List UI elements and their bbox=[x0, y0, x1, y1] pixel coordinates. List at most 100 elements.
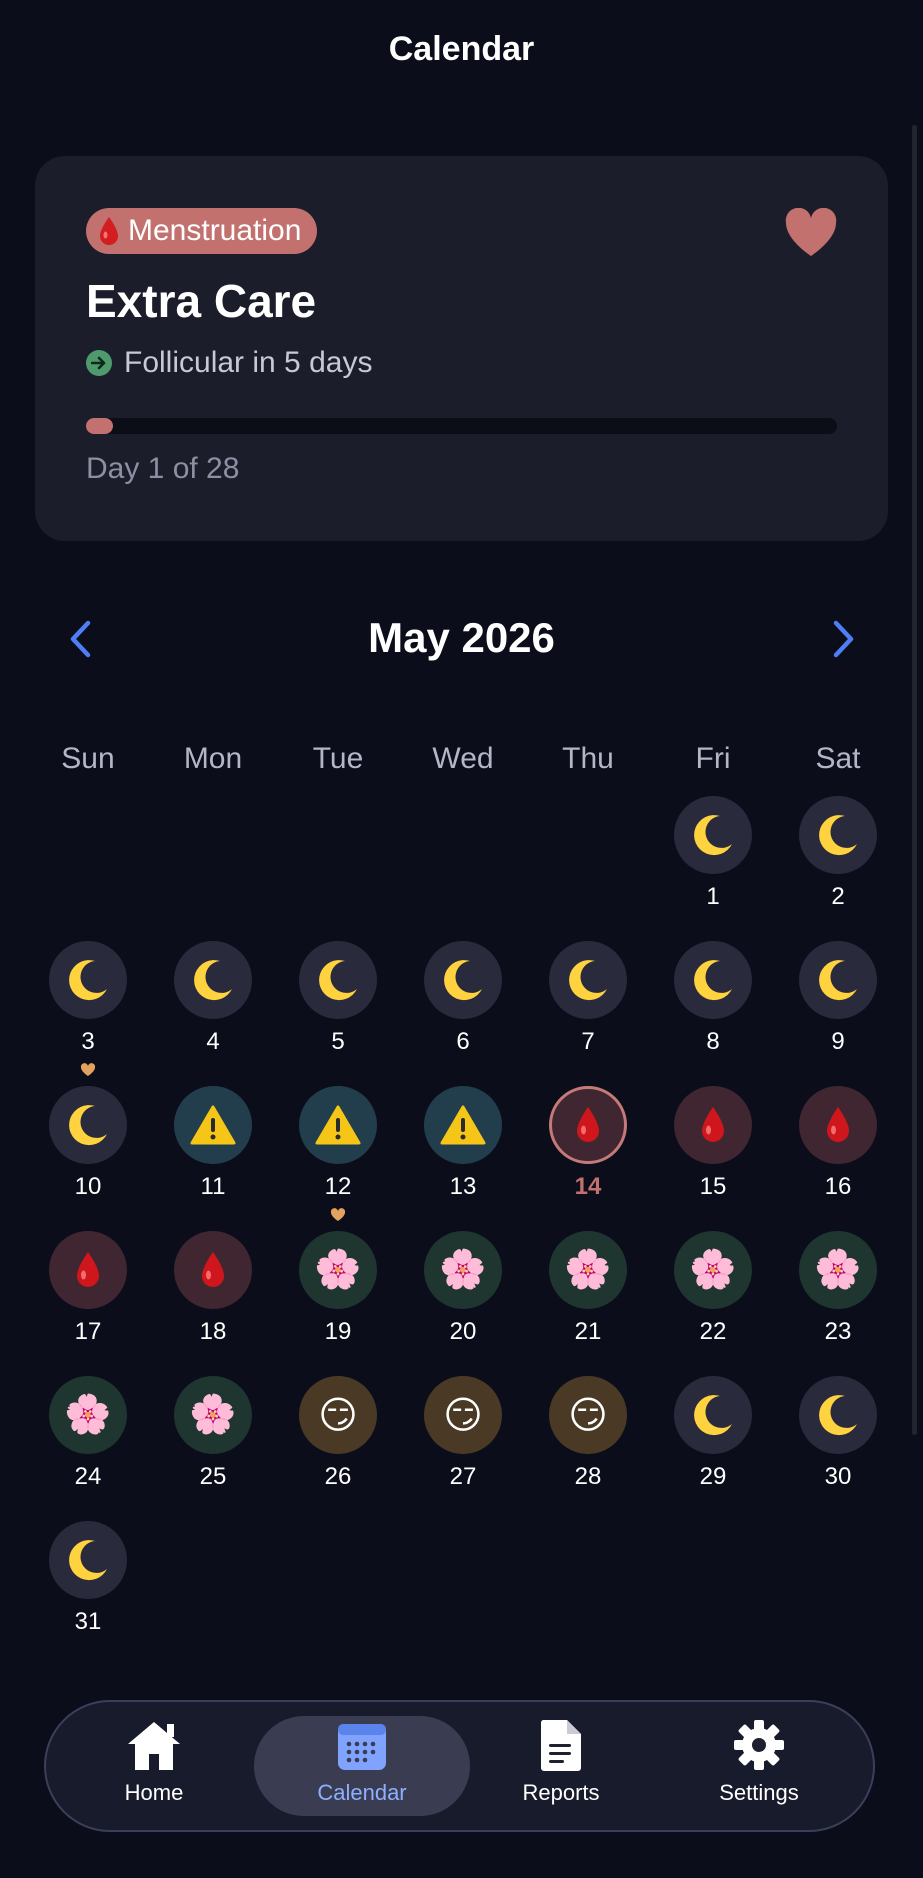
blood-drop-icon bbox=[174, 1231, 252, 1309]
crescent-moon-icon bbox=[799, 1376, 877, 1454]
tab-reports[interactable]: Reports bbox=[453, 1716, 669, 1816]
tab-settings[interactable]: Settings bbox=[651, 1716, 867, 1816]
day-number: 15 bbox=[699, 1173, 727, 1200]
calendar-day[interactable]: 8 bbox=[658, 941, 768, 1081]
calendar-day[interactable]: 2 bbox=[783, 796, 893, 936]
weekday-tue: Tue bbox=[312, 742, 364, 775]
day-number: 16 bbox=[824, 1173, 852, 1200]
blood-drop-icon bbox=[549, 1086, 627, 1164]
crescent-moon-icon bbox=[674, 1376, 752, 1454]
cherry-blossom-icon: 🌸 bbox=[424, 1231, 502, 1309]
calendar-day[interactable]: 🌸 23 bbox=[783, 1231, 893, 1371]
crescent-moon-icon bbox=[799, 796, 877, 874]
calendar-day[interactable]: 30 bbox=[783, 1376, 893, 1516]
next-month-button[interactable] bbox=[822, 614, 866, 664]
calendar-day[interactable]: 11 bbox=[158, 1086, 268, 1226]
warning-icon bbox=[174, 1086, 252, 1164]
cherry-blossom-icon: 🌸 bbox=[174, 1376, 252, 1454]
phase-title: Extra Care bbox=[86, 275, 317, 327]
tab-calendar[interactable]: Calendar bbox=[254, 1716, 470, 1816]
calendar-day[interactable]: 🌸 22 bbox=[658, 1231, 768, 1371]
blood-drop-icon bbox=[799, 1086, 877, 1164]
day-number: 30 bbox=[824, 1463, 852, 1490]
day-number: 3 bbox=[81, 1028, 95, 1055]
calendar-day[interactable]: 🌸 24 bbox=[33, 1376, 143, 1516]
month-title: May 2026 bbox=[368, 614, 555, 661]
heart-marker-icon bbox=[330, 1208, 346, 1222]
day-number: 24 bbox=[74, 1463, 102, 1490]
calendar-icon bbox=[338, 1724, 386, 1770]
smirk-face-icon: 😏 bbox=[549, 1376, 627, 1454]
warning-icon bbox=[424, 1086, 502, 1164]
tab-reports-label: Reports bbox=[522, 1780, 600, 1805]
calendar-day[interactable]: 16 bbox=[783, 1086, 893, 1226]
gear-icon bbox=[734, 1720, 784, 1770]
weekday-sat: Sat bbox=[815, 742, 861, 775]
calendar-day[interactable]: 4 bbox=[158, 941, 268, 1081]
calendar-day[interactable]: 13 bbox=[408, 1086, 518, 1226]
day-number: 28 bbox=[574, 1463, 602, 1490]
weekday-wed: Wed bbox=[432, 742, 494, 775]
calendar-day[interactable]: 31 bbox=[33, 1521, 143, 1661]
day-number: 21 bbox=[574, 1318, 602, 1345]
crescent-moon-icon bbox=[174, 941, 252, 1019]
cherry-blossom-icon: 🌸 bbox=[799, 1231, 877, 1309]
day-number: 27 bbox=[449, 1463, 477, 1490]
document-icon bbox=[540, 1720, 581, 1771]
calendar-day[interactable]: 17 bbox=[33, 1231, 143, 1371]
day-number: 31 bbox=[74, 1608, 102, 1635]
phase-badge: Menstruation bbox=[86, 208, 318, 254]
blood-drop-icon bbox=[674, 1086, 752, 1164]
calendar-day[interactable]: 5 bbox=[283, 941, 393, 1081]
calendar-day[interactable]: 6 bbox=[408, 941, 518, 1081]
day-number: 7 bbox=[581, 1028, 595, 1055]
calendar-day[interactable]: 🌸 20 bbox=[408, 1231, 518, 1371]
calendar-day[interactable]: 🌸 19 bbox=[283, 1231, 393, 1371]
phase-card: Menstruation Extra Care Follicular in 5 … bbox=[35, 156, 888, 541]
smirk-face-icon: 😏 bbox=[424, 1376, 502, 1454]
weekday-sun: Sun bbox=[61, 742, 115, 775]
calendar-day[interactable]: 12 bbox=[283, 1086, 393, 1226]
weekday-fri: Fri bbox=[695, 742, 731, 775]
calendar-day[interactable]: 😏 26 bbox=[283, 1376, 393, 1516]
tab-home[interactable]: Home bbox=[46, 1716, 262, 1816]
calendar-day[interactable]: 1 bbox=[658, 796, 768, 936]
crescent-moon-icon bbox=[799, 941, 877, 1019]
blood-drop-icon bbox=[100, 217, 118, 245]
arrow-right-circle-icon bbox=[86, 350, 112, 376]
heart-icon[interactable] bbox=[784, 208, 838, 258]
blood-drop-icon bbox=[49, 1231, 127, 1309]
day-number: 20 bbox=[449, 1318, 477, 1345]
calendar-day[interactable]: 10 bbox=[33, 1086, 143, 1226]
crescent-moon-icon bbox=[49, 941, 127, 1019]
calendar-day[interactable]: 7 bbox=[533, 941, 643, 1081]
calendar-day[interactable]: 9 bbox=[783, 941, 893, 1081]
home-icon bbox=[128, 1722, 180, 1770]
month-navigator: May 2026 bbox=[0, 610, 923, 670]
scrollbar[interactable] bbox=[912, 125, 917, 1435]
day-number: 1 bbox=[706, 883, 720, 910]
day-number: 4 bbox=[206, 1028, 220, 1055]
calendar-day[interactable]: 15 bbox=[658, 1086, 768, 1226]
calendar-day[interactable]: 29 bbox=[658, 1376, 768, 1516]
day-number: 25 bbox=[199, 1463, 227, 1490]
day-number: 22 bbox=[699, 1318, 727, 1345]
weekday-thu: Thu bbox=[562, 742, 614, 775]
tab-settings-label: Settings bbox=[719, 1780, 799, 1805]
calendar-day[interactable]: 😏 27 bbox=[408, 1376, 518, 1516]
calendar-day[interactable]: 18 bbox=[158, 1231, 268, 1371]
calendar-day[interactable]: 14 bbox=[533, 1086, 643, 1226]
day-number: 17 bbox=[74, 1318, 102, 1345]
day-number: 8 bbox=[706, 1028, 720, 1055]
tab-bar: Home Calendar Reports Settings bbox=[44, 1700, 875, 1832]
calendar-day[interactable]: 😏 28 bbox=[533, 1376, 643, 1516]
calendar-day[interactable]: 🌸 25 bbox=[158, 1376, 268, 1516]
cherry-blossom-icon: 🌸 bbox=[49, 1376, 127, 1454]
day-number: 26 bbox=[324, 1463, 352, 1490]
calendar-day[interactable]: 🌸 21 bbox=[533, 1231, 643, 1371]
heart-marker-icon bbox=[80, 1063, 96, 1077]
day-number: 13 bbox=[449, 1173, 477, 1200]
day-number: 19 bbox=[324, 1318, 352, 1345]
calendar-day[interactable]: 3 bbox=[33, 941, 143, 1081]
day-number: 29 bbox=[699, 1463, 727, 1490]
